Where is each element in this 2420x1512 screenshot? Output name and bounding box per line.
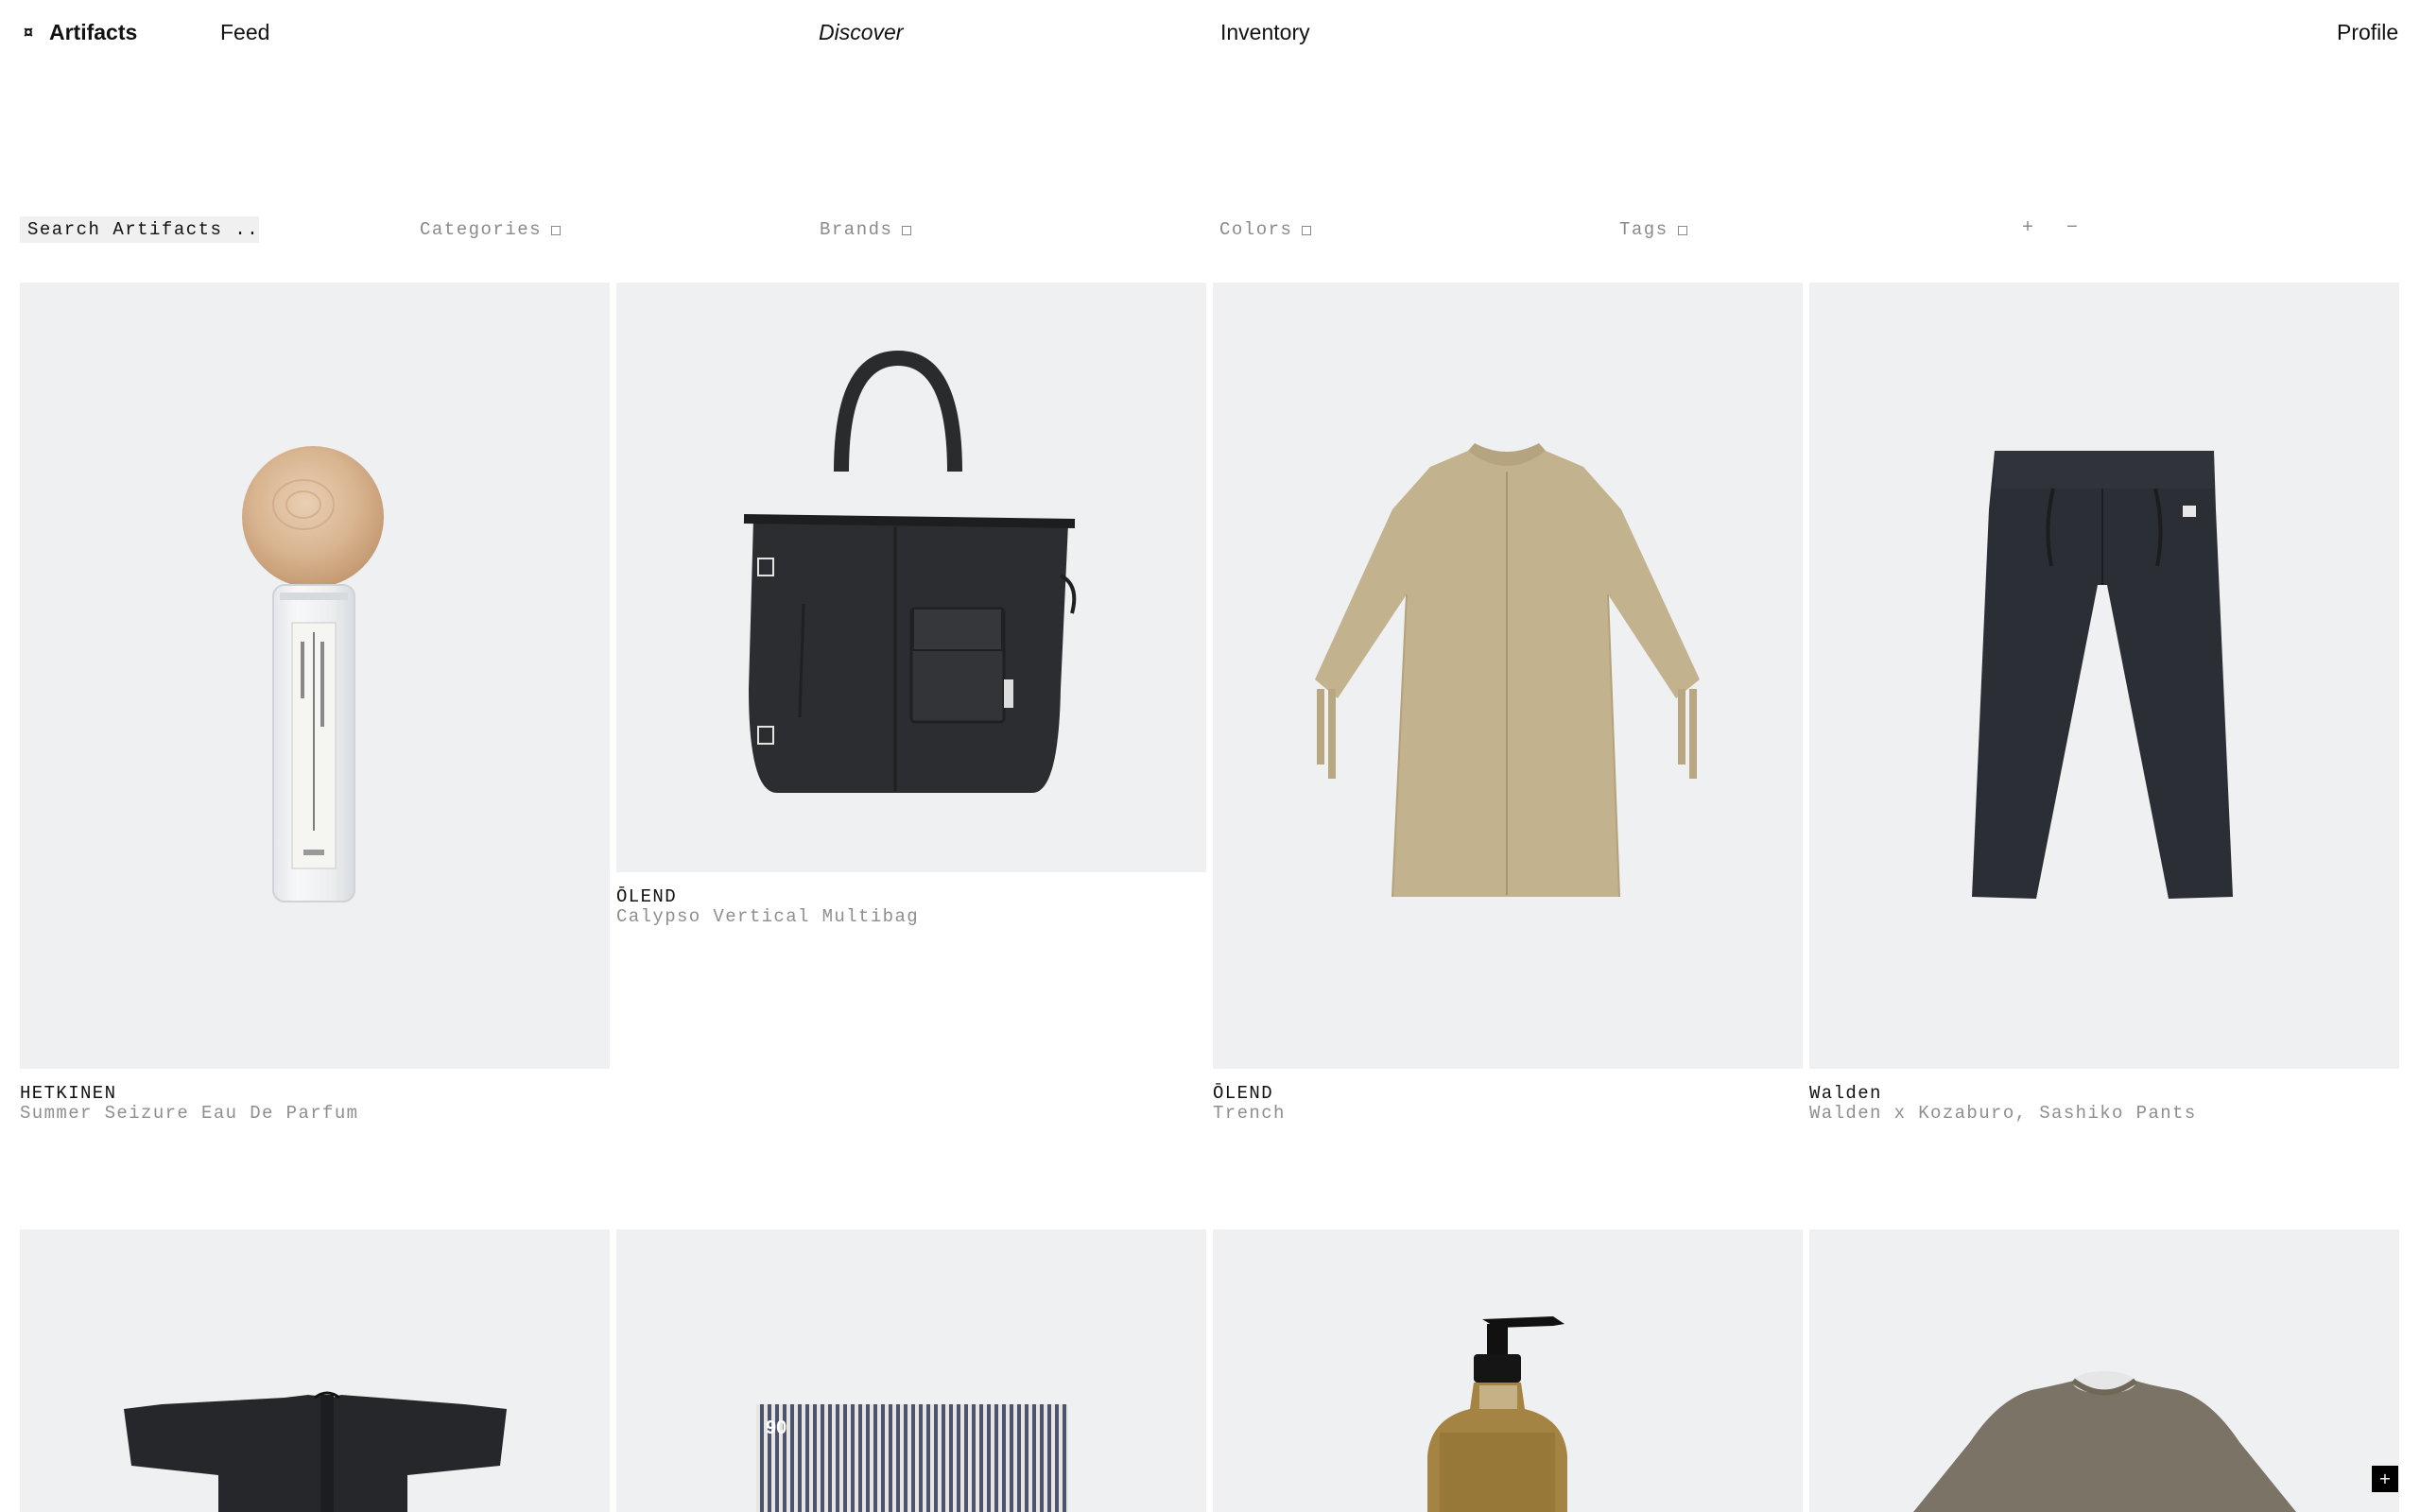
product-brand: HETKINEN xyxy=(20,1083,117,1104)
product-brand: Walden xyxy=(1809,1083,1882,1104)
product-image[interactable] xyxy=(20,283,610,1069)
brands-filter-label: Brands xyxy=(820,219,893,240)
product-image[interactable] xyxy=(1809,283,2399,1069)
colors-filter-label: Colors xyxy=(1219,219,1293,240)
checkbox-icon xyxy=(1302,225,1312,235)
add-button[interactable]: + xyxy=(2372,1466,2398,1492)
product-brand: ŌLEND xyxy=(1213,1083,1274,1104)
product-image[interactable] xyxy=(1213,1229,1803,1512)
currency-icon: ¤ xyxy=(23,23,33,42)
trench-coat-image xyxy=(1315,443,1700,898)
pump-bottle-image xyxy=(1427,1316,1567,1512)
zoom-in-button[interactable]: + xyxy=(2022,217,2033,239)
tags-filter[interactable]: Tags xyxy=(1619,219,1687,240)
product-image[interactable] xyxy=(20,1229,610,1512)
tote-bag-image xyxy=(743,350,1077,793)
fabric-badge: 90 xyxy=(766,1418,786,1438)
product-image[interactable] xyxy=(1809,1229,2399,1512)
product-name: Calypso Vertical Multibag xyxy=(616,906,920,927)
checkbox-icon xyxy=(902,225,912,235)
checkbox-icon xyxy=(551,225,562,235)
brands-filter[interactable]: Brands xyxy=(820,219,912,240)
product-image[interactable]: 90 xyxy=(616,1229,1206,1512)
zoom-out-button[interactable]: − xyxy=(2066,217,2078,239)
logo-link[interactable]: ¤ Artifacts xyxy=(21,19,137,45)
product-meta: ŌLEND Calypso Vertical Multibag xyxy=(616,887,919,927)
top-navigation: ¤ Artifacts Feed Discover Inventory Prof… xyxy=(0,0,2420,64)
jacket-image xyxy=(124,1391,507,1512)
colors-filter[interactable]: Colors xyxy=(1219,219,1312,240)
categories-filter-label: Categories xyxy=(420,219,543,240)
pants-image xyxy=(1972,451,2233,899)
filter-bar: Search Artifacts ... Categories Brands C… xyxy=(0,212,2420,246)
product-meta: Walden Walden x Kozaburo, Sashiko Pants xyxy=(1809,1084,2197,1124)
nav-discover[interactable]: Discover xyxy=(819,19,903,45)
striped-fabric-image: 90 xyxy=(756,1404,1068,1512)
nav-profile[interactable]: Profile xyxy=(2337,19,2398,45)
nav-feed[interactable]: Feed xyxy=(220,19,269,45)
product-image[interactable] xyxy=(1213,283,1803,1069)
nav-inventory[interactable]: Inventory xyxy=(1220,19,1310,45)
checkbox-icon xyxy=(1677,225,1687,235)
categories-filter[interactable]: Categories xyxy=(420,219,562,240)
logo-text: Artifacts xyxy=(49,20,138,44)
product-name: Trench xyxy=(1213,1103,1286,1124)
product-brand: ŌLEND xyxy=(616,886,678,907)
product-meta: ŌLEND Trench xyxy=(1213,1084,1286,1124)
tags-filter-label: Tags xyxy=(1619,219,1668,240)
search-input[interactable]: Search Artifacts ... xyxy=(20,216,259,243)
product-meta: HETKINEN Summer Seizure Eau De Parfum xyxy=(20,1084,358,1124)
product-name: Summer Seizure Eau De Parfum xyxy=(20,1103,359,1124)
sweater-image xyxy=(1913,1371,2296,1512)
product-image[interactable] xyxy=(616,283,1206,872)
product-name: Walden x Kozaburo, Sashiko Pants xyxy=(1809,1103,2197,1124)
perfume-bottle-image xyxy=(242,446,384,902)
